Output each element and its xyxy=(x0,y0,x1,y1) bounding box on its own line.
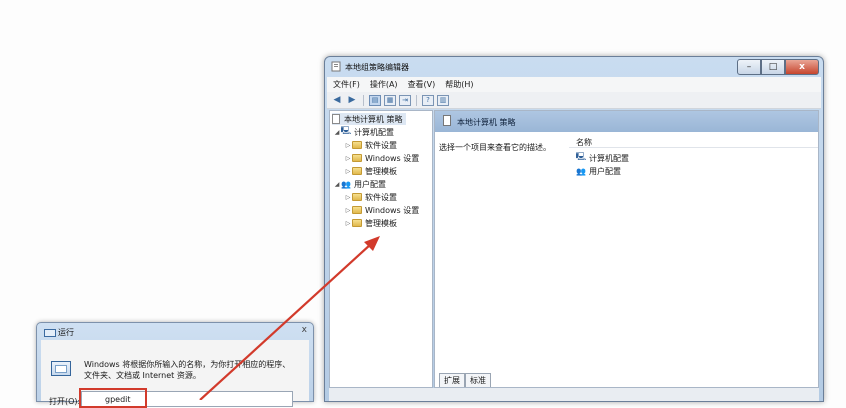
open-label: 打开(O): xyxy=(49,397,81,406)
run-program-icon xyxy=(51,361,71,376)
collapsed-triangle-icon[interactable]: ▷ xyxy=(344,142,352,149)
tree-label: 管理模板 xyxy=(365,218,397,228)
folder-icon xyxy=(352,141,362,149)
toolbar: ◀ ▶ ▤ ▦ ⇥ ? ▥ xyxy=(327,92,821,109)
close-button[interactable]: x xyxy=(785,59,819,75)
policy-editor-icon xyxy=(331,61,342,72)
forward-arrow-icon[interactable]: ▶ xyxy=(346,95,358,106)
tree-item-windows-settings[interactable]: ▷ Windows 设置 xyxy=(344,152,420,164)
maximize-button[interactable]: □ xyxy=(761,59,785,75)
computer-icon: 🖳 xyxy=(575,152,587,161)
group-policy-editor-window: 本地组策略编辑器 – □ x 文件(F) 操作(A) 查看(V) 帮助(H) ◀… xyxy=(324,56,824,402)
run-description-line1: Windows 将根据你所输入的名称，为你打开相应的程序、 xyxy=(84,360,291,369)
users-icon: 👥 xyxy=(576,166,586,176)
content-header-title: 本地计算机 策略 xyxy=(457,118,516,127)
folder-icon xyxy=(352,219,362,227)
tree-label: Windows 设置 xyxy=(365,205,420,215)
properties-icon[interactable]: ▦ xyxy=(384,94,396,106)
run-dialog-title: 运行 xyxy=(58,328,74,337)
tree-label: 软件设置 xyxy=(365,192,397,202)
tree-label: Windows 设置 xyxy=(365,153,420,163)
tab-standard[interactable]: 标准 xyxy=(465,373,491,387)
tree-label: 软件设置 xyxy=(365,140,397,150)
tree-item-software-settings[interactable]: ▷ 软件设置 xyxy=(344,139,397,151)
menu-file[interactable]: 文件(F) xyxy=(333,79,360,90)
folder-icon xyxy=(352,167,362,175)
tree-label: 用户配置 xyxy=(354,179,386,189)
back-arrow-icon[interactable]: ◀ xyxy=(331,95,343,106)
tree-item-user-config[interactable]: ◢ 👥 用户配置 xyxy=(333,178,386,190)
tab-extended[interactable]: 扩展 xyxy=(439,373,465,387)
expanded-triangle-icon[interactable]: ◢ xyxy=(333,181,341,188)
content-header: 本地计算机 策略 xyxy=(435,111,818,132)
tree-label: 管理模板 xyxy=(365,166,397,176)
tree-label: 计算机配置 xyxy=(354,127,394,137)
view-tabs: 扩展 标准 xyxy=(439,373,491,387)
collapsed-triangle-icon[interactable]: ▷ xyxy=(344,194,352,201)
run-dialog-body: Windows 将根据你所输入的名称，为你打开相应的程序、 文件夹、文档或 In… xyxy=(41,340,309,408)
tree-item-user-admin-templates[interactable]: ▷ 管理模板 xyxy=(344,217,397,229)
tree-root-label: 本地计算机 策略 xyxy=(344,114,403,124)
tree-item-computer-config[interactable]: ◢ 🖳 计算机配置 xyxy=(333,126,394,138)
menu-bar: 文件(F) 操作(A) 查看(V) 帮助(H) xyxy=(327,77,821,92)
toolbar-separator xyxy=(363,94,364,106)
menu-view[interactable]: 查看(V) xyxy=(408,79,436,90)
titlebar[interactable]: 本地组策略编辑器 – □ x xyxy=(325,57,823,77)
run-description-line2: 文件夹、文档或 Internet 资源。 xyxy=(84,371,201,380)
status-bar xyxy=(329,388,819,401)
tree-pane[interactable]: 本地计算机 策略 ◢ 🖳 计算机配置 ▷ 软件设置 ▷ Windows 设置 ▷… xyxy=(329,110,433,388)
show-hide-tree-icon[interactable]: ▤ xyxy=(369,94,381,106)
folder-icon xyxy=(352,154,362,162)
tree-item-user-windows-settings[interactable]: ▷ Windows 设置 xyxy=(344,204,420,216)
policy-doc-icon xyxy=(332,114,340,124)
run-close-button[interactable]: x xyxy=(302,325,307,335)
tree-item-root[interactable]: 本地计算机 策略 xyxy=(332,113,406,125)
tree-item-user-software-settings[interactable]: ▷ 软件设置 xyxy=(344,191,397,203)
menu-help[interactable]: 帮助(H) xyxy=(445,79,473,90)
collapsed-triangle-icon[interactable]: ▷ xyxy=(344,207,352,214)
users-icon: 👥 xyxy=(341,179,351,189)
input-highlight-box xyxy=(79,388,147,408)
list-item-user-config[interactable]: 👥 用户配置 xyxy=(576,165,621,177)
menu-action[interactable]: 操作(A) xyxy=(370,79,398,90)
column-header-name[interactable]: 名称 xyxy=(569,132,818,148)
window-title: 本地组策略编辑器 xyxy=(345,63,409,72)
minimize-button[interactable]: – xyxy=(737,59,761,75)
toolbar-separator xyxy=(416,94,417,106)
policy-doc-icon xyxy=(443,115,451,128)
computer-icon: 🖳 xyxy=(340,126,352,135)
run-dialog: 运行 x Windows 将根据你所输入的名称，为你打开相应的程序、 文件夹、文… xyxy=(36,322,314,408)
collapsed-triangle-icon[interactable]: ▷ xyxy=(344,155,352,162)
export-list-icon[interactable]: ⇥ xyxy=(399,94,411,106)
collapsed-triangle-icon[interactable]: ▷ xyxy=(344,168,352,175)
list-item-computer-config[interactable]: 🖳 计算机配置 xyxy=(576,152,629,164)
content-pane: 本地计算机 策略 名称 选择一个项目来查看它的描述。 🖳 计算机配置 👥 用户配… xyxy=(434,110,819,388)
view-icon[interactable]: ▥ xyxy=(437,94,449,106)
tree-item-admin-templates[interactable]: ▷ 管理模板 xyxy=(344,165,397,177)
run-icon xyxy=(44,329,56,337)
help-icon[interactable]: ? xyxy=(422,94,434,106)
folder-icon xyxy=(352,206,362,214)
description-text: 选择一个项目来查看它的描述。 xyxy=(439,143,551,152)
folder-icon xyxy=(352,193,362,201)
collapsed-triangle-icon[interactable]: ▷ xyxy=(344,220,352,227)
